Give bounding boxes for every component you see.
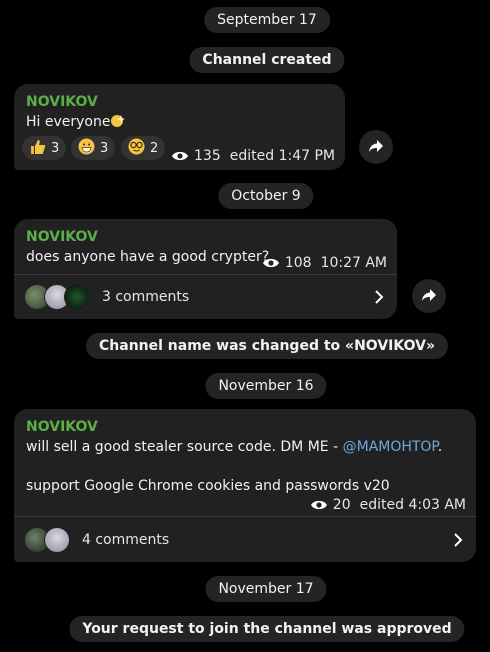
avatar bbox=[64, 284, 90, 310]
reaction-grinning[interactable]: 3 bbox=[71, 136, 116, 160]
eye-icon bbox=[171, 150, 189, 162]
mention-link[interactable]: @MAMOHTOP bbox=[343, 439, 438, 455]
service-message-join-approved: Your request to join the channel was app… bbox=[69, 616, 465, 642]
sparkle-emoji-icon bbox=[110, 114, 126, 128]
service-message-channel-created: Channel created bbox=[189, 47, 345, 73]
eye-icon bbox=[310, 499, 328, 511]
message-bubble[interactable]: NOVIKOV will sell a good stealer source … bbox=[14, 409, 476, 562]
message-meta: 20 edited 4:03 AM bbox=[310, 497, 466, 513]
reaction-thumbs-up[interactable]: 3 bbox=[22, 136, 67, 160]
nerd-face-icon bbox=[128, 138, 145, 159]
message-text: Hi everyone bbox=[26, 114, 126, 130]
date-separator: October 9 bbox=[218, 183, 314, 209]
comments-link[interactable]: 3 comments bbox=[14, 275, 397, 319]
comments-count: 4 comments bbox=[82, 532, 170, 548]
grinning-face-icon bbox=[78, 138, 95, 159]
message-text-content: will sell a good stealer source code. DM… bbox=[26, 439, 343, 455]
message-time: edited 4:03 AM bbox=[359, 497, 466, 513]
message-time: 10:27 AM bbox=[320, 255, 387, 271]
message-text-content: . bbox=[437, 439, 443, 455]
reaction-nerd[interactable]: 2 bbox=[121, 136, 166, 160]
message-meta: 108 10:27 AM bbox=[262, 255, 387, 271]
forward-arrow-icon bbox=[368, 138, 384, 157]
avatar bbox=[44, 527, 70, 553]
reaction-count: 3 bbox=[100, 140, 109, 156]
message-sender[interactable]: NOVIKOV bbox=[26, 419, 98, 435]
commenter-avatars bbox=[24, 527, 70, 553]
message-time: edited 1:47 PM bbox=[229, 148, 335, 164]
reaction-count: 2 bbox=[150, 140, 159, 156]
message-meta: 135 edited 1:47 PM bbox=[171, 148, 335, 164]
date-separator: November 17 bbox=[205, 576, 327, 602]
message-text: does anyone have a good crypter? bbox=[26, 249, 270, 265]
comments-count: 3 comments bbox=[102, 289, 190, 305]
share-button[interactable] bbox=[412, 279, 446, 313]
message-bubble[interactable]: NOVIKOV does anyone have a good crypter?… bbox=[14, 219, 397, 319]
message-text-line2: support Google Chrome cookies and passwo… bbox=[26, 478, 390, 494]
views-count: 108 bbox=[284, 255, 312, 271]
message-bubble[interactable]: NOVIKOV Hi everyone 3 3 2 135 edited 1:4… bbox=[14, 84, 345, 170]
views-count: 135 bbox=[194, 148, 221, 164]
thumbs-up-icon bbox=[29, 138, 46, 159]
comments-link[interactable]: 4 comments bbox=[14, 518, 476, 562]
chevron-right-icon bbox=[450, 532, 466, 548]
views-count: 20 bbox=[332, 497, 351, 513]
divider bbox=[14, 516, 476, 517]
eye-icon bbox=[262, 257, 280, 269]
message-sender[interactable]: NOVIKOV bbox=[26, 229, 98, 245]
message-text-content: Hi everyone bbox=[26, 114, 111, 130]
chevron-right-icon bbox=[371, 289, 387, 305]
message-sender[interactable]: NOVIKOV bbox=[26, 94, 98, 110]
date-separator: November 16 bbox=[205, 373, 327, 399]
forward-arrow-icon bbox=[421, 287, 437, 306]
commenter-avatars bbox=[24, 284, 90, 310]
service-message-channel-renamed: Channel name was changed to «NOVIKOV» bbox=[86, 333, 448, 359]
date-separator: September 17 bbox=[204, 7, 330, 33]
message-text: will sell a good stealer source code. DM… bbox=[26, 439, 442, 455]
reaction-count: 3 bbox=[51, 140, 60, 156]
share-button[interactable] bbox=[359, 130, 393, 164]
